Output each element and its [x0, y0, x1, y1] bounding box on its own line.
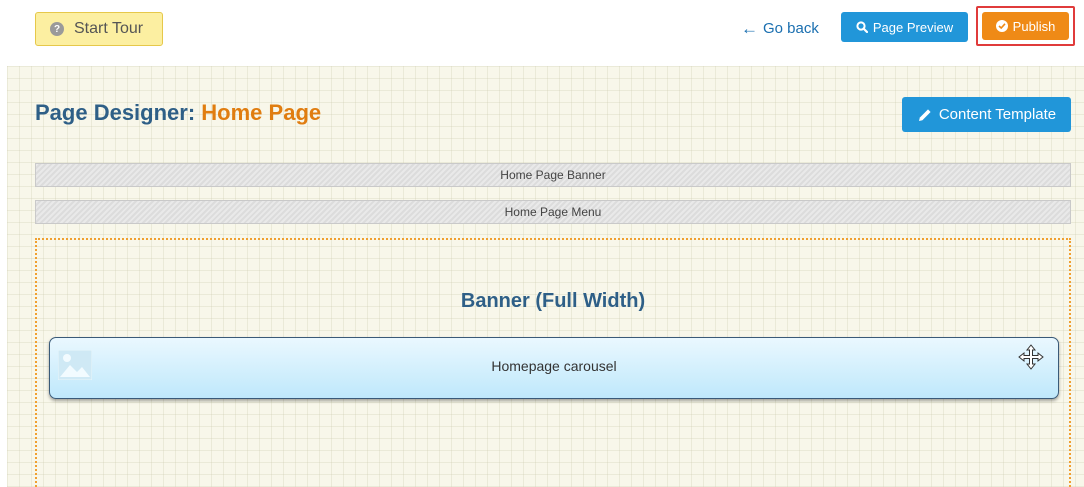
- banner-drop-zone[interactable]: Banner (Full Width) Homepage carousel: [35, 238, 1071, 487]
- region-label: Home Page Banner: [500, 168, 606, 182]
- go-back-label: Go back: [763, 19, 819, 37]
- publish-highlight: Publish: [976, 6, 1075, 46]
- content-template-button[interactable]: Content Template: [902, 97, 1071, 132]
- publish-label: Publish: [1012, 18, 1056, 34]
- start-tour-label: Start Tour: [74, 20, 144, 37]
- page-title: Page Designer: Home Page: [35, 100, 321, 126]
- question-circle-icon: ?: [50, 22, 64, 36]
- move-arrows-icon[interactable]: [1018, 344, 1044, 370]
- check-circle-icon: [995, 20, 1008, 32]
- start-tour-button[interactable]: ? Start Tour: [35, 12, 163, 46]
- go-back-link[interactable]: ← Go back: [741, 17, 819, 39]
- search-icon: [856, 21, 868, 33]
- homepage-carousel-widget[interactable]: Homepage carousel: [49, 337, 1059, 399]
- arrow-left-icon: ←: [741, 18, 758, 38]
- widget-label: Homepage carousel: [491, 358, 617, 374]
- page-title-name: Home Page: [201, 100, 322, 125]
- region-label: Home Page Menu: [504, 205, 602, 219]
- zone-title: Banner (Full Width): [460, 290, 646, 312]
- home-page-banner-region[interactable]: Home Page Banner: [35, 163, 1071, 187]
- publish-button[interactable]: Publish: [982, 12, 1069, 40]
- page-title-prefix: Page Designer:: [35, 100, 196, 125]
- designer-canvas: Page Designer: Home Page Content Templat…: [7, 66, 1084, 487]
- page-preview-button[interactable]: Page Preview: [841, 12, 968, 42]
- page-preview-label: Page Preview: [872, 19, 954, 35]
- home-page-menu-region[interactable]: Home Page Menu: [35, 200, 1071, 224]
- content-template-label: Content Template: [938, 106, 1057, 123]
- pencil-icon: [918, 108, 931, 121]
